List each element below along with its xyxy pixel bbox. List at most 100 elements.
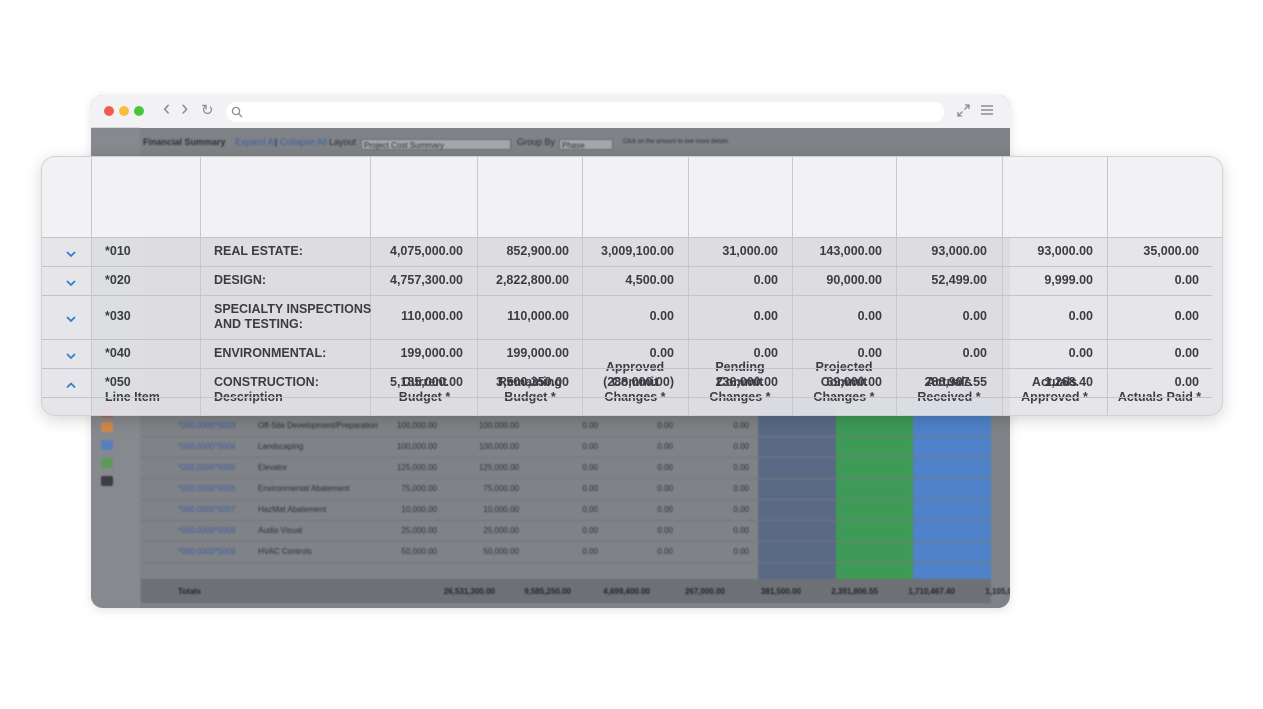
amount-cell[interactable]: 50,000.00 bbox=[459, 547, 519, 556]
tools-icon[interactable] bbox=[101, 440, 113, 450]
table-row[interactable]: *050.0000*5007 HazMat Abatement 10,000.00 1… bbox=[141, 499, 991, 521]
chevron-down-icon[interactable] bbox=[64, 276, 78, 290]
amount-pending-commit[interactable]: 236,000.00 bbox=[668, 375, 778, 390]
line-item-code[interactable]: *050.0000*5008 bbox=[178, 526, 235, 535]
amount-cell[interactable]: 0.00 bbox=[538, 421, 598, 430]
amount-cell[interactable]: 0.00 bbox=[689, 463, 749, 472]
amount-cell[interactable]: 10,000.00 bbox=[459, 505, 519, 514]
amount-cell[interactable]: 100,000.00 bbox=[459, 421, 519, 430]
amount-remaining-budget[interactable]: 3,500,350.00 bbox=[459, 375, 569, 390]
amount-cell[interactable]: 0.00 bbox=[538, 547, 598, 556]
amount-pending-commit[interactable]: 31,000.00 bbox=[668, 244, 778, 259]
line-item-code[interactable]: *050.0000*5005 bbox=[178, 463, 235, 472]
amount-actuals-received[interactable]: 0.00 bbox=[877, 309, 987, 324]
back-button[interactable]: ‹ bbox=[163, 97, 170, 119]
amount-cell[interactable]: 125,000.00 bbox=[377, 463, 437, 472]
amount-actuals-approved[interactable]: 1,268.40 bbox=[983, 375, 1093, 390]
amount-cell[interactable]: 0.00 bbox=[613, 547, 673, 556]
amount-cell[interactable]: 0.00 bbox=[689, 421, 749, 430]
amount-actuals-received[interactable]: 93,000.00 bbox=[877, 244, 987, 259]
amount-approved-commit[interactable]: 0.00 bbox=[564, 346, 674, 361]
table-row[interactable]: *040 ENVIRONMENTAL: 199,000.00 199,000.00 0.… bbox=[42, 339, 1212, 369]
amount-cell[interactable]: 0.00 bbox=[538, 484, 598, 493]
amount-pending-commit[interactable]: 0.00 bbox=[668, 273, 778, 288]
line-item-code[interactable]: *050.0000*5009 bbox=[178, 547, 235, 556]
chevron-down-icon[interactable] bbox=[64, 312, 78, 326]
amount-current-budget[interactable]: 199,000.00 bbox=[353, 346, 463, 361]
amount-cell[interactable]: 0.00 bbox=[613, 442, 673, 451]
amount-cell[interactable]: 100,000.00 bbox=[459, 442, 519, 451]
amount-remaining-budget[interactable]: 110,000.00 bbox=[459, 309, 569, 324]
amount-actuals-approved[interactable]: 0.00 bbox=[983, 309, 1093, 324]
amount-cell[interactable]: 0.00 bbox=[538, 442, 598, 451]
amount-actuals-paid[interactable]: 35,000.00 bbox=[1089, 244, 1199, 259]
amount-cell[interactable]: 0.00 bbox=[538, 505, 598, 514]
amount-actuals-paid[interactable]: 0.00 bbox=[1089, 346, 1199, 361]
amount-remaining-budget[interactable]: 199,000.00 bbox=[459, 346, 569, 361]
chevron-down-icon[interactable] bbox=[64, 349, 78, 363]
amount-cell[interactable]: 50,000.00 bbox=[377, 547, 437, 556]
table-row[interactable]: *030 SPECIALTY INSPECTIONS AND TESTING: 110… bbox=[42, 295, 1212, 340]
amount-cell[interactable]: 0.00 bbox=[613, 421, 673, 430]
amount-actuals-paid[interactable]: 0.00 bbox=[1089, 375, 1199, 390]
menu-icon[interactable] bbox=[980, 103, 994, 117]
amount-cell[interactable]: 0.00 bbox=[689, 442, 749, 451]
line-item-code[interactable]: *050.0000*5006 bbox=[178, 484, 235, 493]
amount-cell[interactable]: 25,000.00 bbox=[377, 526, 437, 535]
amount-pending-commit[interactable]: 0.00 bbox=[668, 346, 778, 361]
amount-actuals-received[interactable]: 52,499.00 bbox=[877, 273, 987, 288]
amount-cell[interactable]: 100,000.00 bbox=[377, 442, 437, 451]
amount-cell[interactable]: 125,000.00 bbox=[459, 463, 519, 472]
table-row[interactable]: *050.0000*5005 Elevator 125,000.00 125,000.… bbox=[141, 457, 991, 479]
amount-cell[interactable]: 100,000.00 bbox=[377, 421, 437, 430]
amount-cell[interactable]: 0.00 bbox=[613, 484, 673, 493]
line-item-code[interactable]: *050.0000*5003 bbox=[178, 421, 235, 430]
amount-actuals-paid[interactable]: 0.00 bbox=[1089, 273, 1199, 288]
amount-current-budget[interactable]: 5,185,000.00 bbox=[353, 375, 463, 390]
amount-cell[interactable]: 0.00 bbox=[689, 547, 749, 556]
amount-cell[interactable]: 75,000.00 bbox=[377, 484, 437, 493]
chevron-up-icon[interactable] bbox=[64, 378, 78, 392]
amount-remaining-budget[interactable]: 852,900.00 bbox=[459, 244, 569, 259]
amount-actuals-approved[interactable]: 0.00 bbox=[983, 346, 1093, 361]
amount-cell[interactable]: 0.00 bbox=[689, 484, 749, 493]
table-row[interactable]: *050.0000*5009 HVAC Controls 50,000.00 50,0… bbox=[141, 541, 991, 563]
line-item-code[interactable]: *050.0000*5007 bbox=[178, 505, 235, 514]
amount-cell[interactable]: 0.00 bbox=[613, 526, 673, 535]
table-row[interactable]: *020 DESIGN: 4,757,300.00 2,822,800.00 4,500… bbox=[42, 266, 1212, 296]
amount-approved-commit[interactable]: 0.00 bbox=[564, 309, 674, 324]
amount-actuals-received[interactable]: 286,907.55 bbox=[877, 375, 987, 390]
table-row[interactable]: *050.0000*5008 Audio Visual 25,000.00 25,00… bbox=[141, 520, 991, 542]
amount-pending-commit[interactable]: 0.00 bbox=[668, 309, 778, 324]
amount-cell[interactable]: 0.00 bbox=[689, 526, 749, 535]
amount-actuals-approved[interactable]: 93,000.00 bbox=[983, 244, 1093, 259]
amount-projected-commit[interactable]: 143,000.00 bbox=[772, 244, 882, 259]
amount-projected-commit[interactable]: 0.00 bbox=[772, 309, 882, 324]
amount-projected-commit[interactable]: 69,000.00 bbox=[772, 375, 882, 390]
line-item-code[interactable]: *050.0000*5004 bbox=[178, 442, 235, 451]
amount-projected-commit[interactable]: 90,000.00 bbox=[772, 273, 882, 288]
table-row[interactable]: *050.0000*5004 Landscaping 100,000.00 100,0… bbox=[141, 436, 991, 458]
group-by-select[interactable]: Phase bbox=[559, 139, 613, 150]
amount-approved-commit[interactable]: (288,000.00) bbox=[564, 375, 674, 390]
amount-actuals-received[interactable]: 0.00 bbox=[877, 346, 987, 361]
amount-current-budget[interactable]: 4,075,000.00 bbox=[353, 244, 463, 259]
amount-current-budget[interactable]: 110,000.00 bbox=[353, 309, 463, 324]
chevron-down-icon[interactable] bbox=[64, 247, 78, 261]
amount-approved-commit[interactable]: 3,009,100.00 bbox=[564, 244, 674, 259]
amount-projected-commit[interactable]: 0.00 bbox=[772, 346, 882, 361]
url-bar[interactable] bbox=[226, 102, 944, 122]
amount-actuals-approved[interactable]: 9,999.00 bbox=[983, 273, 1093, 288]
amount-cell[interactable]: 0.00 bbox=[538, 526, 598, 535]
maximize-window-button[interactable] bbox=[134, 106, 144, 116]
amount-remaining-budget[interactable]: 2,822,800.00 bbox=[459, 273, 569, 288]
reload-button[interactable]: ↻ bbox=[201, 102, 214, 120]
amount-approved-commit[interactable]: 4,500.00 bbox=[564, 273, 674, 288]
forward-button[interactable]: › bbox=[181, 97, 188, 119]
collapse-all-link[interactable]: Collapse All bbox=[280, 137, 327, 147]
report-icon[interactable] bbox=[101, 476, 113, 486]
table-row[interactable]: *010 REAL ESTATE: 4,075,000.00 852,900.00 3,… bbox=[42, 237, 1212, 267]
amount-cell[interactable]: 0.00 bbox=[613, 463, 673, 472]
expand-all-link[interactable]: Expand All bbox=[235, 137, 278, 147]
amount-cell[interactable]: 0.00 bbox=[538, 463, 598, 472]
